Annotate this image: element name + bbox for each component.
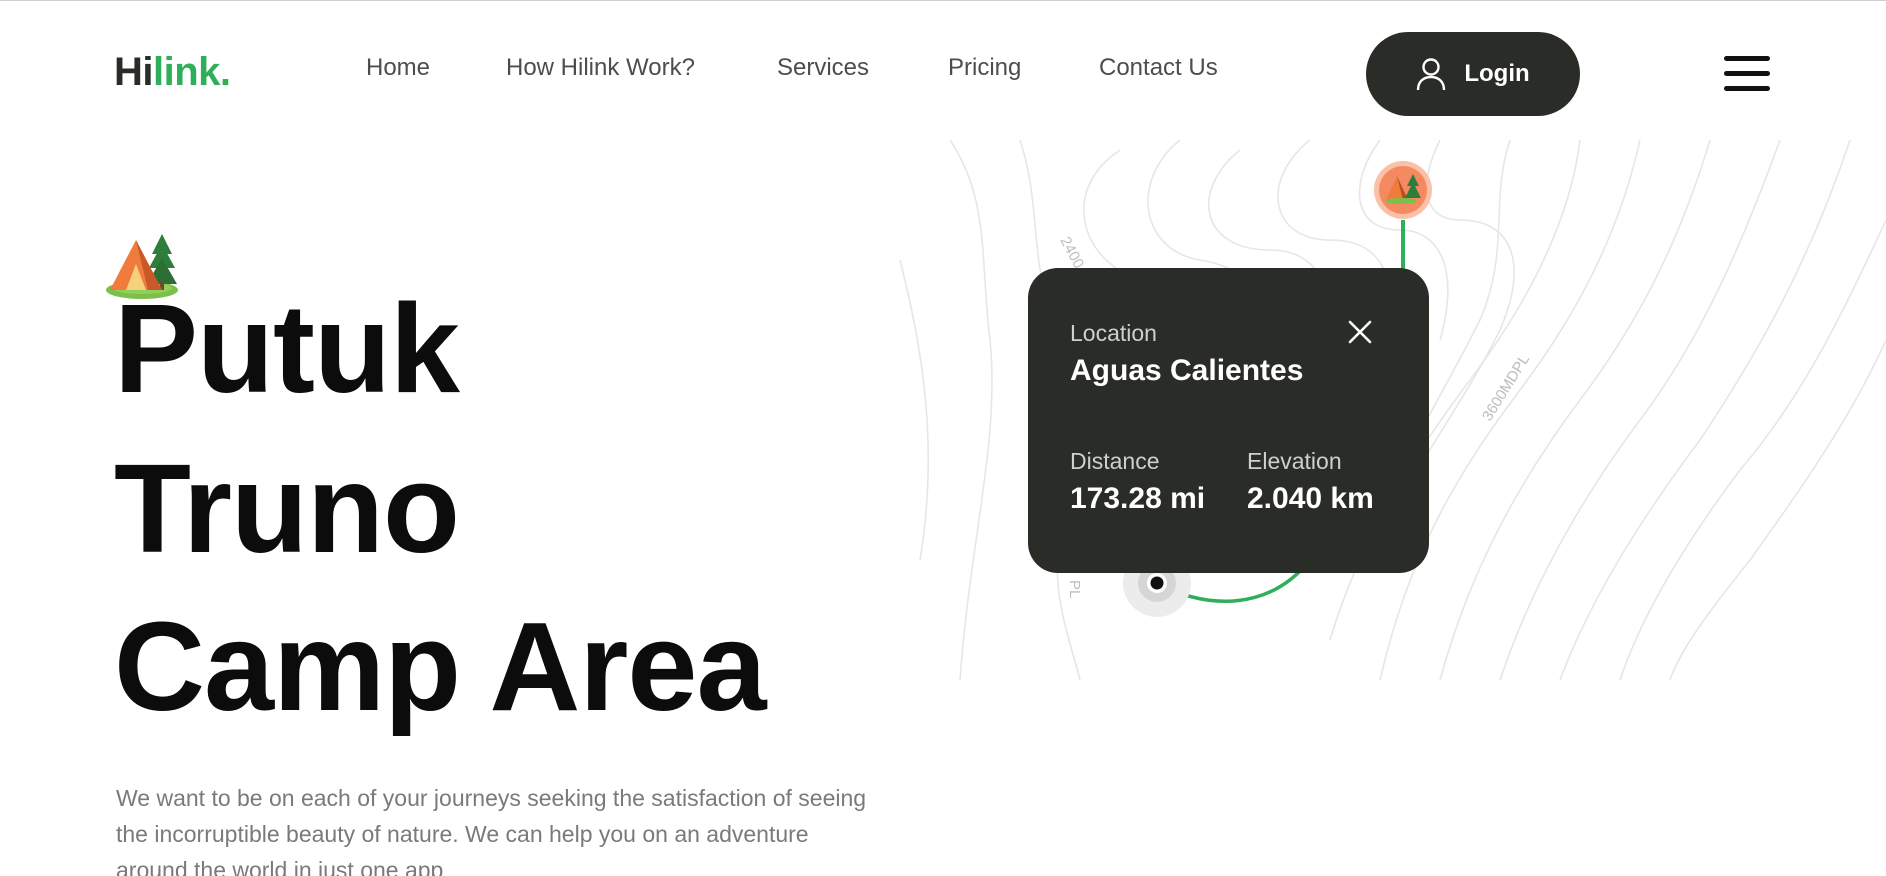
menu-bar	[1724, 71, 1770, 76]
contour-label: 3600MDPL	[1479, 351, 1533, 424]
menu-bar	[1724, 56, 1770, 61]
nav-link-home[interactable]: Home	[366, 54, 430, 82]
elevation-label: Elevation	[1247, 448, 1342, 474]
login-label: Login	[1464, 60, 1530, 87]
logo[interactable]: Hilink.	[114, 52, 231, 92]
hero-description: We want to be on each of your journeys s…	[116, 785, 867, 876]
top-border	[0, 0, 1886, 1]
contour-label: PL	[1066, 580, 1083, 598]
distance-label: Distance	[1070, 448, 1160, 474]
logo-text-green: link.	[153, 50, 231, 94]
user-icon	[1417, 58, 1446, 91]
nav-link-pricing[interactable]: Pricing	[948, 54, 1021, 82]
elevation-value: 2.040 km	[1247, 482, 1374, 515]
hero-title-line-2: Truno	[114, 438, 460, 579]
hero-title-line-3: Camp Area	[114, 596, 767, 737]
menu-bar	[1724, 86, 1770, 91]
nav-link-contact-us[interactable]: Contact Us	[1099, 54, 1218, 82]
close-icon[interactable]	[1346, 318, 1374, 346]
nav-link-services[interactable]: Services	[777, 54, 869, 82]
location-value: Aguas Calientes	[1070, 354, 1304, 387]
distance-value: 173.28 mi	[1070, 482, 1206, 515]
contour-label: 2400	[1056, 234, 1087, 271]
logo-text-dark: Hi	[114, 50, 154, 94]
location-card: Location Aguas Calientes Distance 173.28…	[1028, 268, 1429, 573]
menu-icon[interactable]	[1724, 54, 1770, 94]
nav-link-how-hilink-work[interactable]: How Hilink Work?	[506, 54, 695, 82]
map-pin-icon[interactable]	[1374, 161, 1432, 219]
location-label: Location	[1070, 320, 1157, 346]
landing-page: Hilink. Home How Hilink Work? Services P…	[0, 0, 1886, 876]
hero-title-line-1: Putuk	[114, 278, 460, 419]
login-button[interactable]: Login	[1366, 32, 1580, 116]
